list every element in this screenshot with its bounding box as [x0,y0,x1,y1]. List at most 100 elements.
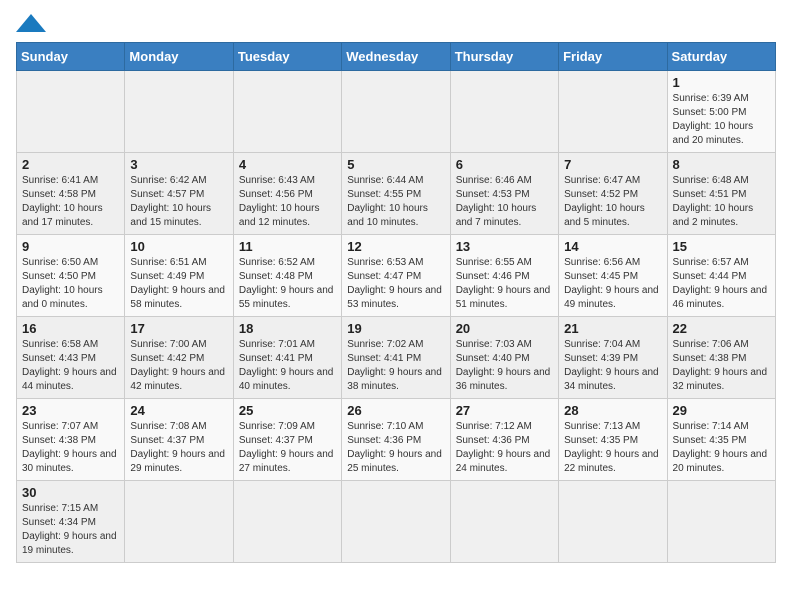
day-info: Sunrise: 6:53 AM Sunset: 4:47 PM Dayligh… [347,256,444,312]
day-info: Sunrise: 6:52 AM Sunset: 4:48 PM Dayligh… [239,256,336,312]
calendar-cell: 25Sunrise: 7:09 AM Sunset: 4:37 PM Dayli… [233,399,341,481]
calendar-cell [667,481,775,563]
calendar-cell: 2Sunrise: 6:41 AM Sunset: 4:58 PM Daylig… [17,153,125,235]
day-info: Sunrise: 6:55 AM Sunset: 4:46 PM Dayligh… [456,256,553,312]
calendar-cell: 7 Sunrise: 6:47 AM Sunset: 4:52 PM Daylig… [559,153,667,235]
day-info: Sunrise: 7:08 AM Sunset: 4:37 PM Dayligh… [130,420,227,476]
weekday-header-wednesday: Wednesday [342,43,450,71]
calendar-cell: 13 Sunrise: 6:55 AM Sunset: 4:46 PM Dayli… [450,235,558,317]
day-number: 17 [130,321,227,336]
day-number: 23 [22,403,119,418]
calendar-cell: 1 Sunrise: 6:39 AM Sunset: 5:00 PM Daylig… [667,71,775,153]
day-number: 20 [456,321,553,336]
day-info: Sunrise: 6:51 AM Sunset: 4:49 PM Dayligh… [130,256,227,312]
weekday-header-friday: Friday [559,43,667,71]
calendar-cell: 6Sunrise: 6:46 AM Sunset: 4:53 PM Daylig… [450,153,558,235]
week-row-5: 23 Sunrise: 7:07 AM Sunset: 4:38 PM Dayli… [17,399,776,481]
calendar-cell [17,71,125,153]
day-number: 28 [564,403,661,418]
day-number: 24 [130,403,227,418]
week-row-3: 9 Sunrise: 6:50 AM Sunset: 4:50 PM Daylig… [17,235,776,317]
weekday-header-sunday: Sunday [17,43,125,71]
week-row-1: 1 Sunrise: 6:39 AM Sunset: 5:00 PM Daylig… [17,71,776,153]
day-info: Sunrise: 7:03 AM Sunset: 4:40 PM Dayligh… [456,338,553,394]
day-info: Sunrise: 6:48 AM Sunset: 4:51 PM Dayligh… [673,174,770,230]
logo [16,16,46,32]
day-number: 18 [239,321,336,336]
calendar-cell: 11 Sunrise: 6:52 AM Sunset: 4:48 PM Dayli… [233,235,341,317]
calendar-cell [559,481,667,563]
day-info: Sunrise: 6:46 AM Sunset: 4:53 PM Dayligh… [456,174,553,230]
day-number: 10 [130,239,227,254]
day-number: 15 [673,239,770,254]
day-number: 30 [22,485,119,500]
day-number: 13 [456,239,553,254]
calendar-cell: 29 Sunrise: 7:14 AM Sunset: 4:35 PM Dayli… [667,399,775,481]
calendar-cell: 23 Sunrise: 7:07 AM Sunset: 4:38 PM Dayli… [17,399,125,481]
calendar-cell: 24 Sunrise: 7:08 AM Sunset: 4:37 PM Dayli… [125,399,233,481]
day-number: 19 [347,321,444,336]
calendar-cell: 12 Sunrise: 6:53 AM Sunset: 4:47 PM Dayli… [342,235,450,317]
calendar-cell: 16Sunrise: 6:58 AM Sunset: 4:43 PM Dayli… [17,317,125,399]
day-info: Sunrise: 7:01 AM Sunset: 4:41 PM Dayligh… [239,338,336,394]
calendar-cell: 4 Sunrise: 6:43 AM Sunset: 4:56 PM Daylig… [233,153,341,235]
calendar-cell: 8 Sunrise: 6:48 AM Sunset: 4:51 PM Daylig… [667,153,775,235]
day-info: Sunrise: 6:44 AM Sunset: 4:55 PM Dayligh… [347,174,444,230]
day-number: 14 [564,239,661,254]
day-info: Sunrise: 7:14 AM Sunset: 4:35 PM Dayligh… [673,420,770,476]
day-info: Sunrise: 6:56 AM Sunset: 4:45 PM Dayligh… [564,256,661,312]
calendar-cell: 5 Sunrise: 6:44 AM Sunset: 4:55 PM Daylig… [342,153,450,235]
calendar-cell [125,481,233,563]
logo-triangle-icon [16,14,46,32]
weekday-row: SundayMondayTuesdayWednesdayThursdayFrid… [17,43,776,71]
calendar-cell: 22 Sunrise: 7:06 AM Sunset: 4:38 PM Dayli… [667,317,775,399]
calendar-cell: 27Sunrise: 7:12 AM Sunset: 4:36 PM Dayli… [450,399,558,481]
calendar-cell: 9 Sunrise: 6:50 AM Sunset: 4:50 PM Daylig… [17,235,125,317]
day-info: Sunrise: 6:43 AM Sunset: 4:56 PM Dayligh… [239,174,336,230]
day-info: Sunrise: 7:00 AM Sunset: 4:42 PM Dayligh… [130,338,227,394]
calendar-cell: 19Sunrise: 7:02 AM Sunset: 4:41 PM Dayli… [342,317,450,399]
calendar-cell [233,481,341,563]
calendar-cell: 17 Sunrise: 7:00 AM Sunset: 4:42 PM Dayli… [125,317,233,399]
calendar-cell: 26 Sunrise: 7:10 AM Sunset: 4:36 PM Dayli… [342,399,450,481]
calendar-cell: 30Sunrise: 7:15 AM Sunset: 4:34 PM Dayli… [17,481,125,563]
day-number: 26 [347,403,444,418]
calendar-cell: 21 Sunrise: 7:04 AM Sunset: 4:39 PM Dayli… [559,317,667,399]
day-number: 5 [347,157,444,172]
calendar-cell: 15 Sunrise: 6:57 AM Sunset: 4:44 PM Dayli… [667,235,775,317]
week-row-6: 30Sunrise: 7:15 AM Sunset: 4:34 PM Dayli… [17,481,776,563]
day-info: Sunrise: 6:47 AM Sunset: 4:52 PM Dayligh… [564,174,661,230]
day-number: 11 [239,239,336,254]
weekday-header-tuesday: Tuesday [233,43,341,71]
calendar-header: SundayMondayTuesdayWednesdayThursdayFrid… [17,43,776,71]
day-info: Sunrise: 7:10 AM Sunset: 4:36 PM Dayligh… [347,420,444,476]
day-number: 27 [456,403,553,418]
day-info: Sunrise: 7:13 AM Sunset: 4:35 PM Dayligh… [564,420,661,476]
day-number: 12 [347,239,444,254]
calendar-cell: 20 Sunrise: 7:03 AM Sunset: 4:40 PM Dayli… [450,317,558,399]
calendar-cell [450,71,558,153]
day-number: 9 [22,239,119,254]
day-number: 29 [673,403,770,418]
calendar-cell: 14 Sunrise: 6:56 AM Sunset: 4:45 PM Dayli… [559,235,667,317]
weekday-header-monday: Monday [125,43,233,71]
day-number: 7 [564,157,661,172]
day-info: Sunrise: 6:50 AM Sunset: 4:50 PM Dayligh… [22,256,119,312]
day-number: 16 [22,321,119,336]
calendar-cell [233,71,341,153]
day-number: 21 [564,321,661,336]
day-info: Sunrise: 7:04 AM Sunset: 4:39 PM Dayligh… [564,338,661,394]
day-number: 22 [673,321,770,336]
weekday-header-thursday: Thursday [450,43,558,71]
day-number: 4 [239,157,336,172]
day-info: Sunrise: 7:07 AM Sunset: 4:38 PM Dayligh… [22,420,119,476]
day-info: Sunrise: 7:06 AM Sunset: 4:38 PM Dayligh… [673,338,770,394]
day-info: Sunrise: 6:57 AM Sunset: 4:44 PM Dayligh… [673,256,770,312]
calendar-table: SundayMondayTuesdayWednesdayThursdayFrid… [16,42,776,563]
calendar-cell: 3Sunrise: 6:42 AM Sunset: 4:57 PM Daylig… [125,153,233,235]
week-row-2: 2Sunrise: 6:41 AM Sunset: 4:58 PM Daylig… [17,153,776,235]
day-info: Sunrise: 6:39 AM Sunset: 5:00 PM Dayligh… [673,92,770,148]
day-number: 25 [239,403,336,418]
day-number: 8 [673,157,770,172]
day-number: 1 [673,75,770,90]
